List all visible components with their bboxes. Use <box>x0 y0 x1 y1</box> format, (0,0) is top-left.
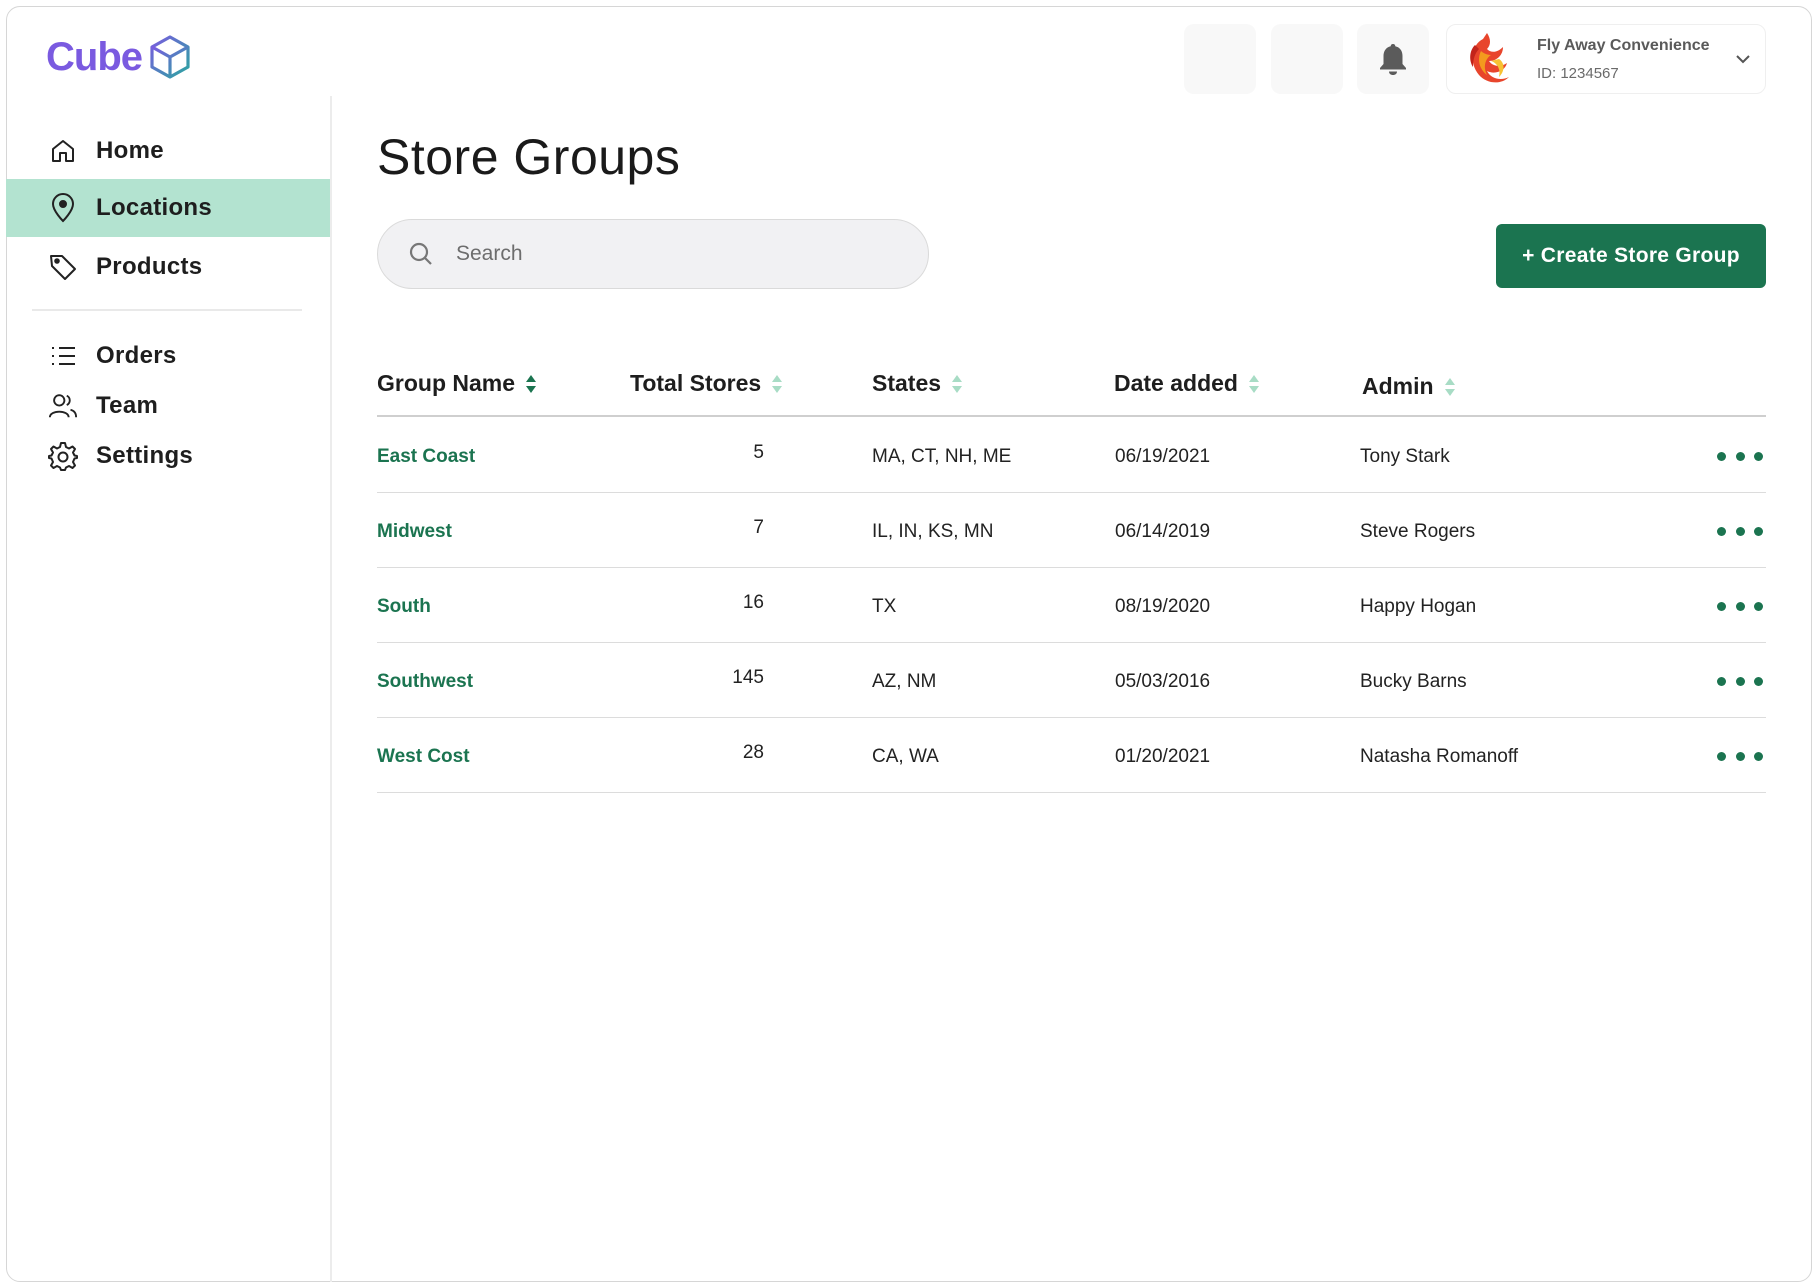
phoenix-logo-icon <box>1470 33 1509 83</box>
table-row[interactable]: South 16 TX 08/19/2020 Happy Hogan <box>377 568 1766 643</box>
column-header-date-added[interactable]: Date added <box>1114 370 1260 397</box>
sidebar-item-settings[interactable]: Settings <box>6 427 330 485</box>
account-id: ID: 1234567 <box>1537 65 1619 82</box>
table-row[interactable]: East Coast 5 MA, CT, NH, ME 06/19/2021 T… <box>377 418 1766 493</box>
search-input[interactable] <box>454 241 898 267</box>
sidebar-item-label: Locations <box>96 194 213 221</box>
map-pin-icon <box>48 193 78 223</box>
gear-icon <box>48 441 78 471</box>
account-name: Fly Away Convenience <box>1537 37 1710 54</box>
group-name-link[interactable]: Midwest <box>377 521 452 543</box>
column-header-label: Date added <box>1114 370 1238 396</box>
sort-icon <box>1248 374 1259 393</box>
admin-cell: Happy Hogan <box>1360 596 1477 617</box>
total-stores-cell: 145 <box>732 667 764 688</box>
cube-icon <box>150 35 190 79</box>
table-header-divider <box>377 415 1766 417</box>
total-stores-cell: 7 <box>753 517 764 538</box>
total-stores-cell: 5 <box>753 442 764 463</box>
states-cell: MA, CT, NH, ME <box>872 446 1012 467</box>
date-added-cell: 01/20/2021 <box>1115 746 1211 767</box>
admin-cell: Natasha Romanoff <box>1360 746 1519 767</box>
sort-icon <box>1444 377 1455 396</box>
table-row[interactable]: Midwest 7 IL, IN, KS, MN 06/14/2019 Stev… <box>377 493 1766 568</box>
sidebar-item-products[interactable]: Products <box>6 238 330 296</box>
date-added-cell: 08/19/2020 <box>1115 596 1211 617</box>
account-switcher[interactable]: Fly Away Convenience ID: 1234567 <box>1446 24 1766 94</box>
column-header-label: Total Stores <box>630 370 762 396</box>
notifications-button[interactable] <box>1357 24 1429 94</box>
date-added-cell: 06/14/2019 <box>1115 521 1211 542</box>
tag-icon <box>48 252 78 282</box>
sidebar-item-label: Home <box>96 137 164 164</box>
more-actions-button[interactable] <box>1717 446 1763 466</box>
admin-cell: Tony Stark <box>1360 446 1450 467</box>
states-cell: TX <box>872 596 897 617</box>
sidebar-item-label: Settings <box>96 442 194 469</box>
table-row[interactable]: Southwest 145 AZ, NM 05/03/2016 Bucky Ba… <box>377 643 1766 718</box>
list-icon <box>48 341 78 371</box>
sidebar-separator <box>32 309 302 311</box>
chevron-down-icon <box>1736 55 1750 64</box>
group-name-link[interactable]: Southwest <box>377 671 473 693</box>
create-store-group-button[interactable]: + Create Store Group <box>1496 224 1766 288</box>
column-header-states[interactable]: States <box>872 370 963 397</box>
states-cell: CA, WA <box>872 746 939 767</box>
logo[interactable]: Cube <box>46 34 192 80</box>
group-name-link[interactable]: South <box>377 596 431 618</box>
topbar-button-1[interactable] <box>1184 24 1256 94</box>
group-name-link[interactable]: West Cost <box>377 746 470 768</box>
search-icon <box>409 242 432 265</box>
total-stores-cell: 28 <box>742 742 764 763</box>
more-actions-button[interactable] <box>1717 596 1763 616</box>
column-header-total-stores[interactable]: Total Stores <box>630 370 783 397</box>
table-row[interactable]: West Cost 28 CA, WA 01/20/2021 Natasha R… <box>377 718 1766 793</box>
home-icon <box>48 136 78 166</box>
column-header-admin[interactable]: Admin <box>1362 373 1456 400</box>
sort-icon <box>952 374 963 393</box>
group-name-link[interactable]: East Coast <box>377 446 475 468</box>
logo-text: Cube <box>46 34 143 79</box>
total-stores-cell: 16 <box>742 592 764 613</box>
date-added-cell: 06/19/2021 <box>1115 446 1211 467</box>
date-added-cell: 05/03/2016 <box>1115 671 1211 692</box>
more-actions-button[interactable] <box>1717 521 1763 541</box>
more-actions-button[interactable] <box>1717 746 1763 766</box>
sort-icon <box>526 374 537 393</box>
sidebar-item-home[interactable]: Home <box>6 122 330 180</box>
column-header-label: States <box>872 370 942 396</box>
more-actions-button[interactable] <box>1717 671 1763 691</box>
sidebar-item-label: Products <box>96 253 203 280</box>
bell-icon <box>1380 44 1406 75</box>
states-cell: IL, IN, KS, MN <box>872 521 994 542</box>
sidebar-item-label: Orders <box>96 342 177 369</box>
column-header-group-name[interactable]: Group Name <box>377 370 537 397</box>
users-icon <box>48 391 78 421</box>
sort-icon <box>772 374 783 393</box>
column-header-label: Admin <box>1362 373 1434 399</box>
topbar-button-2[interactable] <box>1271 24 1343 94</box>
sidebar-item-locations[interactable]: Locations <box>6 179 330 237</box>
column-header-label: Group Name <box>377 370 516 396</box>
sidebar-item-label: Team <box>96 392 159 419</box>
search-bar[interactable] <box>377 219 929 289</box>
sidebar-divider <box>330 96 332 1282</box>
page-title: Store Groups <box>377 129 681 185</box>
admin-cell: Bucky Barns <box>1360 671 1467 692</box>
states-cell: AZ, NM <box>872 671 937 692</box>
admin-cell: Steve Rogers <box>1360 521 1476 542</box>
